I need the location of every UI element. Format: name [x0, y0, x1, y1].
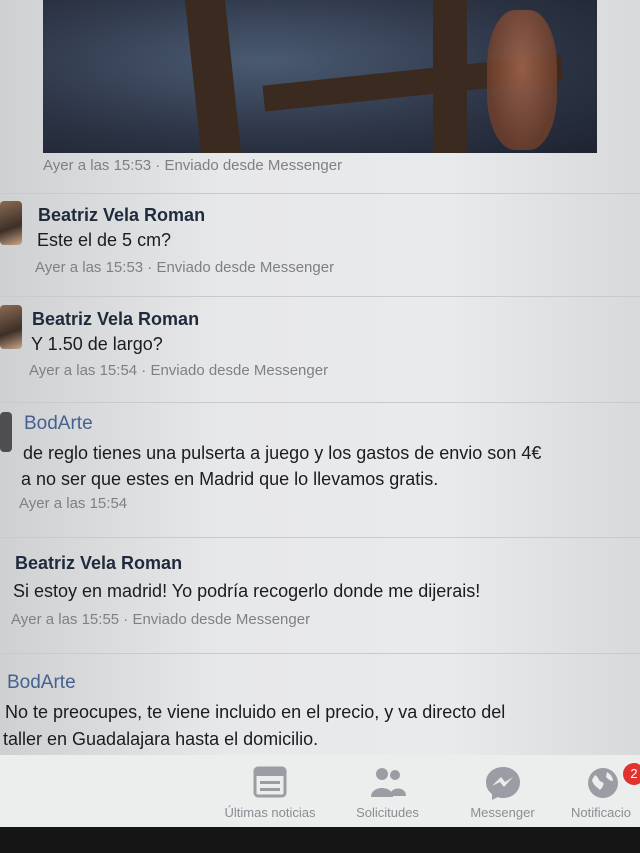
message-timestamp: Ayer a las 15:54 — [19, 495, 128, 512]
messenger-icon — [485, 767, 520, 800]
tab-news-feed[interactable]: Últimas noticias — [210, 755, 330, 827]
message-text: Y 1.50 de largo? — [31, 334, 163, 354]
message-text: Este el de 5 cm? — [37, 230, 172, 250]
message-text-line-1: de reglo tienes una pulserta a juego y l… — [23, 443, 542, 463]
hand — [487, 10, 557, 150]
sender-name[interactable]: Beatriz Vela Roman — [38, 205, 205, 226]
friend-requests-icon — [370, 768, 406, 797]
message-text: Si estoy en madrid! Yo podría recogerlo … — [13, 581, 481, 601]
sender-name[interactable]: BodArte — [24, 413, 93, 435]
message-text-line-2: a no ser que estes en Madrid que lo llev… — [21, 469, 439, 489]
sender-name[interactable]: Beatriz Vela Roman — [15, 553, 182, 574]
bottom-tab-bar: Últimas noticias Solicitudes Messenger 2… — [0, 755, 640, 827]
tab-label: Últimas noticias — [224, 805, 316, 820]
divider — [0, 653, 640, 654]
tab-label: Messenger — [470, 805, 535, 820]
tab-messenger[interactable]: Messenger — [455, 755, 550, 827]
avatar[interactable] — [0, 412, 12, 452]
chair-leg — [184, 0, 242, 153]
tab-label: Notificacio — [571, 805, 631, 820]
chair-leg — [433, 0, 467, 153]
device-bezel — [0, 827, 640, 853]
message-timestamp: Ayer a las 15:55 · Enviado desde Messeng… — [11, 611, 311, 628]
tab-label: Solicitudes — [356, 805, 419, 820]
news-feed-icon — [253, 766, 287, 798]
sender-name[interactable]: BodArte — [7, 672, 76, 694]
divider — [0, 296, 640, 297]
divider — [0, 537, 640, 538]
avatar[interactable] — [0, 305, 22, 349]
message-text-line-1: No te preocupes, te viene incluido en el… — [5, 702, 506, 722]
tab-friend-requests[interactable]: Solicitudes — [340, 755, 435, 827]
sender-name[interactable]: Beatriz Vela Roman — [32, 309, 199, 330]
photo-attachment[interactable] — [43, 0, 597, 153]
globe-icon — [587, 768, 618, 798]
message-text-line-2: taller en Guadalajara hasta el domicilio… — [3, 729, 319, 749]
notification-badge: 2 — [623, 763, 640, 785]
photo-timestamp: Ayer a las 15:53 · Enviado desde Messeng… — [43, 157, 343, 174]
divider — [0, 193, 640, 194]
message-timestamp: Ayer a las 15:53 · Enviado desde Messeng… — [35, 259, 335, 276]
avatar[interactable] — [0, 201, 22, 245]
tab-notifications[interactable]: 2 Notificacio — [565, 755, 640, 827]
divider — [0, 402, 640, 403]
message-timestamp: Ayer a las 15:54 · Enviado desde Messeng… — [29, 362, 329, 379]
